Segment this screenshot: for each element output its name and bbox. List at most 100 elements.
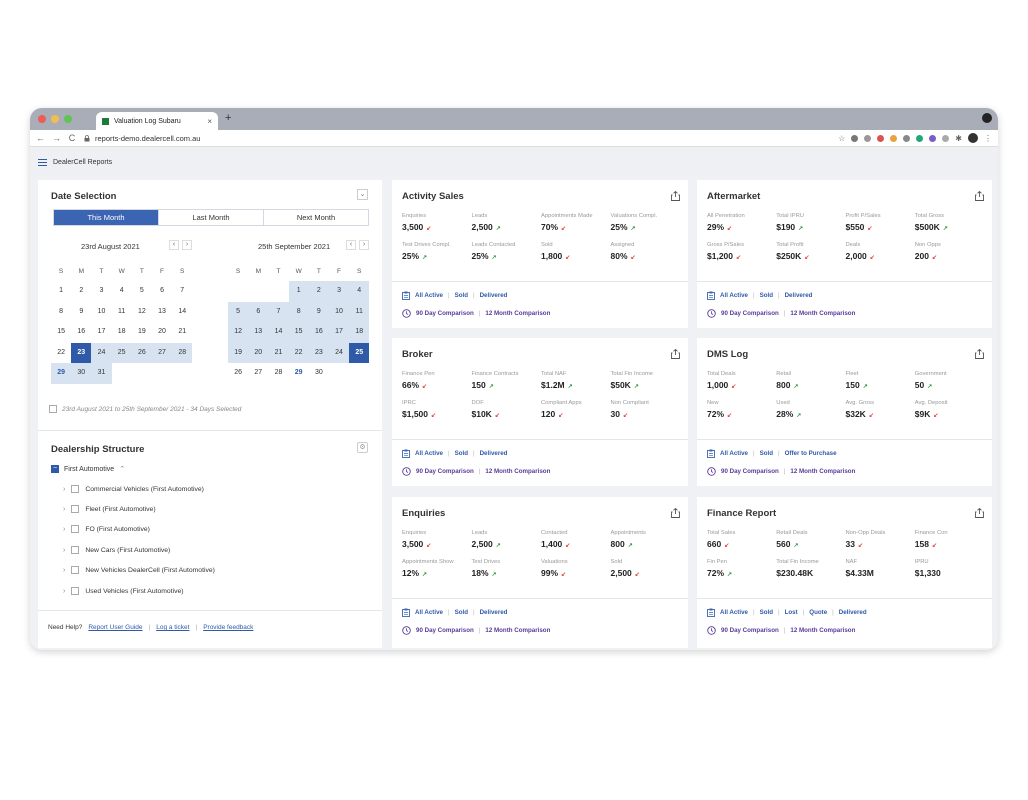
next-month-icon[interactable]: › — [359, 240, 369, 250]
extension-icon[interactable] — [864, 134, 872, 142]
puzzle-icon[interactable]: ✱ — [955, 134, 962, 143]
calendar-day[interactable]: 21 — [172, 322, 192, 343]
calendar-day[interactable]: 6 — [152, 281, 172, 302]
calendar-day[interactable]: 27 — [151, 342, 173, 364]
calendar-day[interactable]: 15 — [288, 322, 309, 343]
calendar-day[interactable]: 23 — [308, 342, 329, 364]
calendar-day[interactable]: 14 — [172, 302, 192, 323]
tree-root[interactable]: − First Automotive ⌃ — [51, 465, 125, 473]
calendar-day[interactable]: 21 — [268, 342, 289, 364]
chevron-right-icon[interactable]: › — [63, 547, 65, 554]
comparison-90-day-link[interactable]: 90 Day Comparison — [721, 310, 779, 317]
comparison-12-month-link[interactable]: 12 Month Comparison — [485, 468, 550, 475]
calendar-day[interactable]: 30 — [309, 363, 329, 384]
maximize-window-button[interactable] — [64, 115, 72, 123]
close-window-button[interactable] — [38, 115, 46, 123]
filter-link[interactable]: All Active — [415, 450, 443, 457]
calendar-day[interactable]: 28 — [172, 342, 193, 364]
calendar-day[interactable]: 7 — [268, 301, 289, 323]
collapse-minus-icon[interactable]: − — [51, 465, 59, 473]
calendar-day[interactable]: 13 — [152, 302, 172, 323]
chevron-right-icon[interactable]: › — [63, 526, 65, 533]
calendar-day[interactable]: 22 — [288, 342, 309, 364]
reload-icon[interactable]: C — [68, 133, 76, 143]
chevron-right-icon[interactable]: › — [63, 486, 65, 493]
filter-link[interactable]: All Active — [415, 292, 443, 299]
tree-item[interactable]: › New Vehicles DealerCell (First Automoti… — [63, 566, 215, 574]
comparison-12-month-link[interactable]: 12 Month Comparison — [485, 627, 550, 634]
calendar-day[interactable]: 23 — [71, 342, 92, 364]
calendar-day[interactable]: 26 — [228, 363, 248, 384]
tree-item[interactable]: › FO (First Automotive) — [63, 525, 150, 533]
calendar-day[interactable]: 29 — [289, 363, 309, 384]
comparison-12-month-link[interactable]: 12 Month Comparison — [790, 468, 855, 475]
calendar-day[interactable]: 25 — [111, 342, 132, 364]
calendar-day[interactable]: 3 — [91, 281, 111, 302]
calendar-day[interactable]: 27 — [248, 363, 268, 384]
calendar-day[interactable]: 11 — [112, 302, 132, 323]
calendar-day[interactable]: 5 — [132, 281, 152, 302]
share-icon[interactable] — [975, 505, 984, 518]
calendar-day[interactable]: 24 — [91, 342, 112, 364]
filter-link[interactable]: Sold — [455, 450, 468, 457]
share-icon[interactable] — [975, 346, 984, 359]
tab-last-month[interactable]: Last Month — [159, 210, 264, 225]
calendar-day[interactable]: 15 — [51, 322, 71, 343]
share-icon[interactable] — [975, 188, 984, 201]
menu-dots-icon[interactable]: ⋮ — [984, 134, 992, 143]
avatar[interactable] — [968, 133, 978, 143]
collapse-chevron-icon[interactable]: ⌄ — [357, 189, 368, 200]
filter-link[interactable]: Delivered — [480, 609, 508, 616]
filter-link[interactable]: Delivered — [785, 292, 813, 299]
forward-icon[interactable]: → — [52, 133, 61, 143]
comparison-12-month-link[interactable]: 12 Month Comparison — [790, 627, 855, 634]
filter-link[interactable]: All Active — [720, 609, 748, 616]
filter-link[interactable]: All Active — [415, 609, 443, 616]
calendar-day[interactable]: 17 — [91, 322, 111, 343]
calendar-day[interactable]: 19 — [228, 342, 249, 364]
extension-icon[interactable] — [877, 134, 885, 142]
filter-link[interactable]: Quote — [809, 609, 827, 616]
calendar-day[interactable]: 10 — [91, 302, 111, 323]
calendar-day[interactable]: 24 — [328, 342, 350, 364]
comparison-90-day-link[interactable]: 90 Day Comparison — [721, 627, 779, 634]
calendar-day[interactable]: 9 — [71, 302, 91, 323]
calendar-day[interactable]: 26 — [131, 342, 152, 364]
chevron-up-icon[interactable]: ⌃ — [119, 465, 125, 473]
share-icon[interactable] — [671, 346, 680, 359]
tree-item[interactable]: › Used Vehicles (First Automotive) — [63, 587, 184, 595]
calendar-day[interactable]: 8 — [51, 302, 71, 323]
hamburger-menu-icon[interactable] — [38, 158, 47, 166]
new-tab-button[interactable]: + — [225, 112, 231, 124]
filter-link[interactable]: All Active — [720, 292, 748, 299]
calendar-day[interactable]: 14 — [268, 322, 289, 343]
filter-link[interactable]: Offer to Purchase — [785, 450, 837, 457]
checkbox[interactable] — [71, 525, 80, 533]
checkbox[interactable] — [71, 546, 80, 554]
calendar-day[interactable]: 7 — [172, 281, 192, 302]
browser-tab[interactable]: Valuation Log Subaru × — [96, 112, 218, 130]
checkbox[interactable] — [71, 485, 80, 493]
comparison-90-day-link[interactable]: 90 Day Comparison — [416, 468, 474, 475]
gear-icon[interactable]: ⚙ — [357, 442, 368, 453]
calendar-day[interactable]: 16 — [308, 322, 329, 343]
profile-icon[interactable] — [982, 113, 992, 123]
calendar-day[interactable]: 4 — [112, 281, 132, 302]
calendar-day[interactable]: 6 — [248, 301, 269, 323]
calendar-day[interactable]: 1 — [288, 281, 309, 302]
prev-month-icon[interactable]: ‹ — [169, 240, 179, 250]
chevron-right-icon[interactable]: › — [63, 588, 65, 595]
calendar-day[interactable]: 29 — [51, 363, 72, 384]
calendar-day[interactable]: 12 — [132, 302, 152, 323]
tab-close-icon[interactable]: × — [207, 117, 212, 126]
comparison-90-day-link[interactable]: 90 Day Comparison — [416, 627, 474, 634]
minimize-window-button[interactable] — [51, 115, 59, 123]
checkbox[interactable] — [71, 566, 80, 574]
filter-link[interactable]: Delivered — [839, 609, 867, 616]
tab-next-month[interactable]: Next Month — [264, 210, 368, 225]
filter-link[interactable]: Sold — [760, 292, 773, 299]
calendar-day[interactable]: 17 — [328, 322, 350, 343]
checkbox[interactable] — [71, 587, 80, 595]
extension-icon[interactable] — [929, 134, 937, 142]
extension-icon[interactable] — [890, 134, 898, 142]
